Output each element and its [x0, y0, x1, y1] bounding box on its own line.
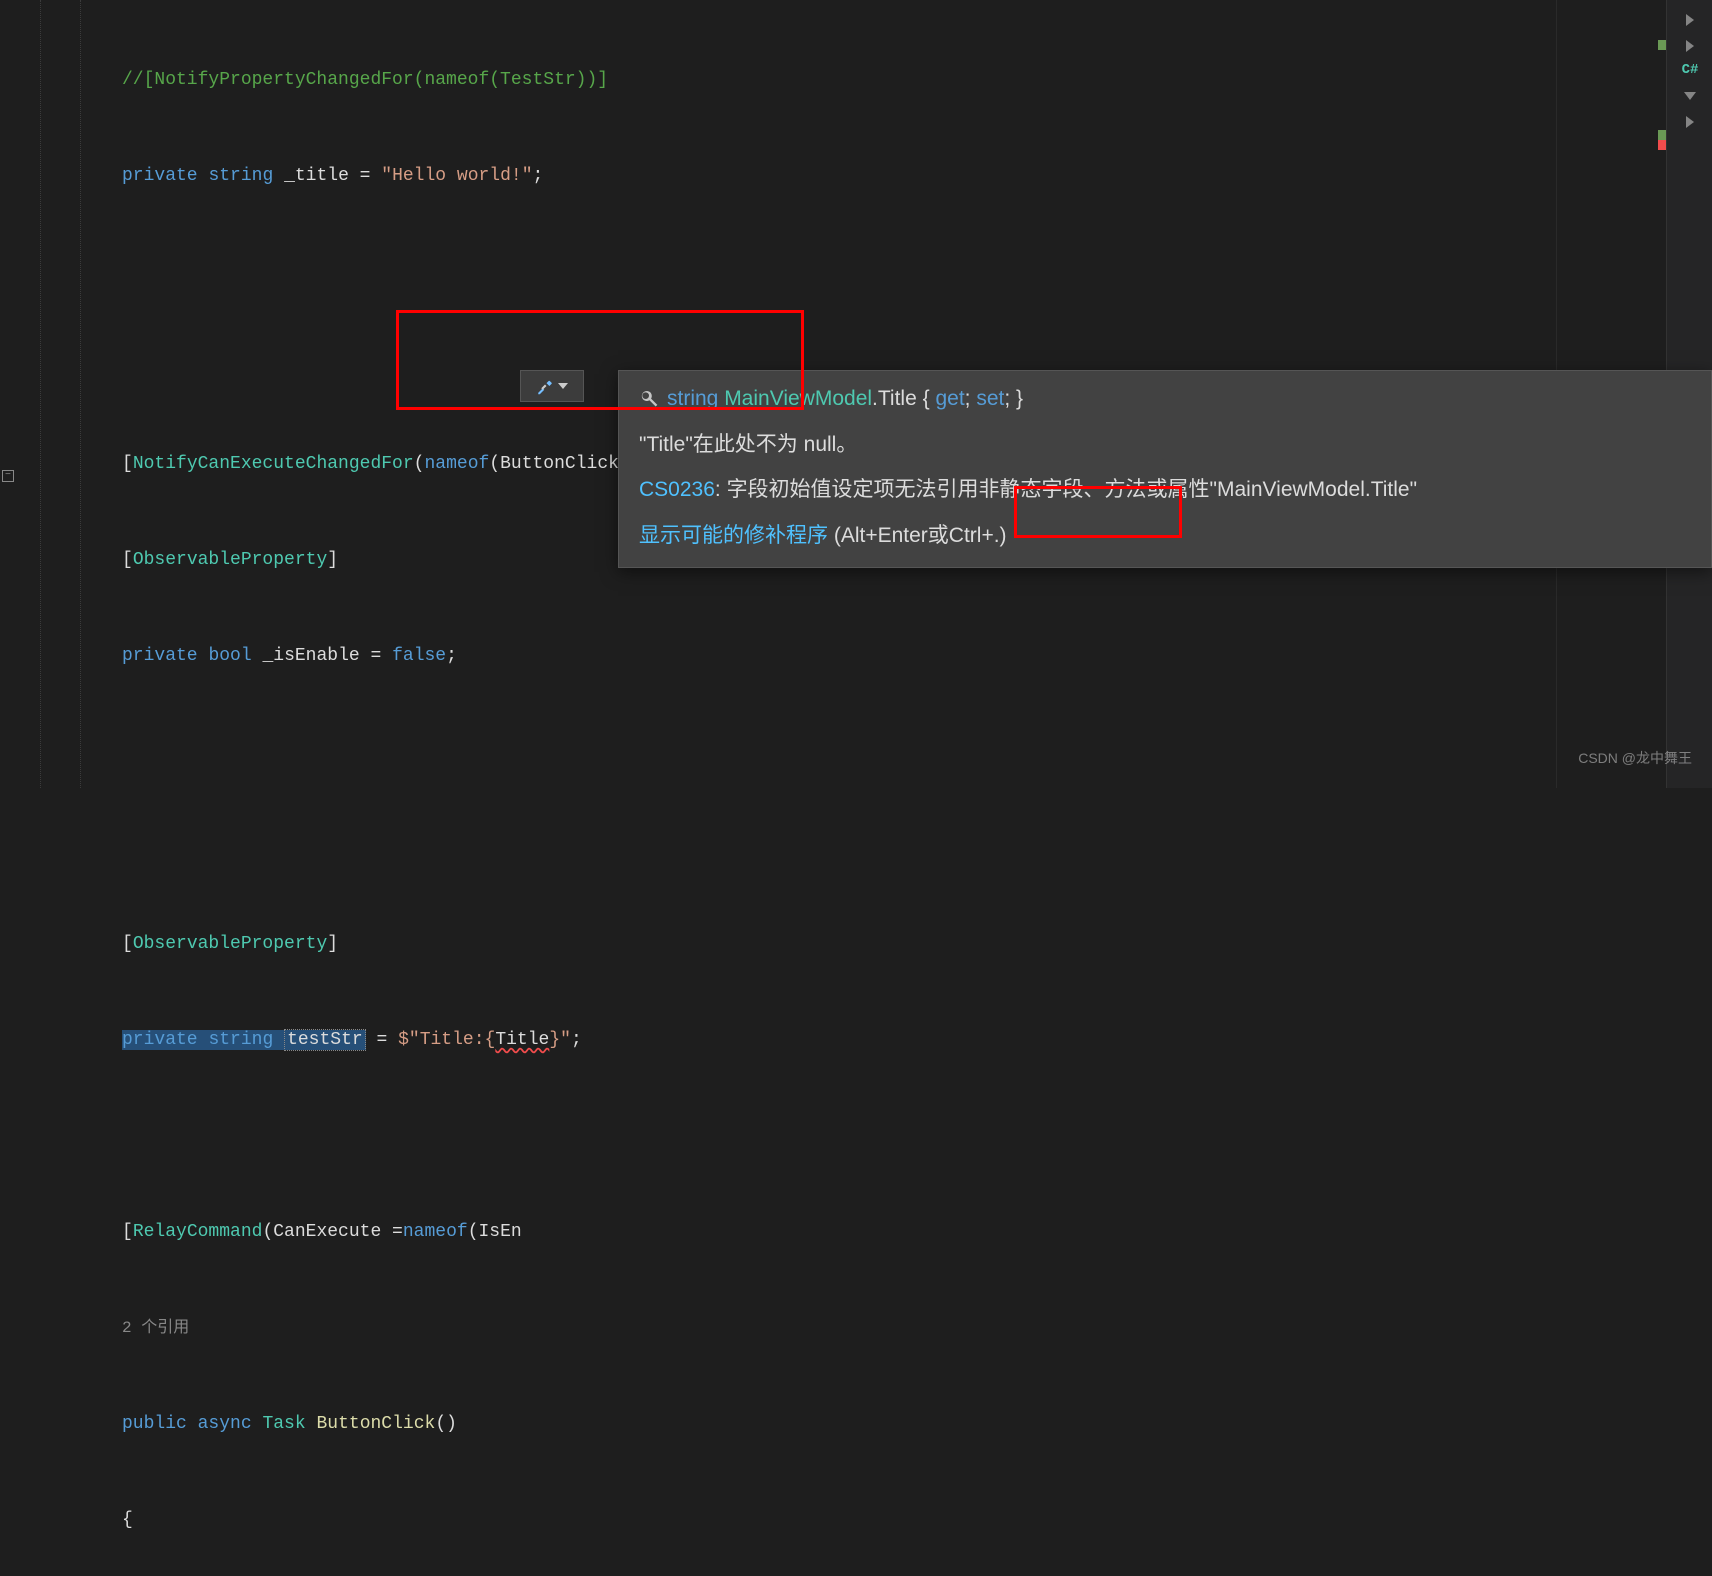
kw: private — [122, 646, 198, 666]
kw: bool — [208, 646, 251, 666]
quick-actions-button[interactable] — [520, 370, 584, 402]
kw: string — [208, 166, 273, 186]
attribute: NotifyCanExecuteChangedFor — [133, 454, 414, 474]
change-marker — [1658, 40, 1666, 50]
tooltip-error: CS0236: 字段初始值设定项无法引用非静态字段、方法或属性"MainView… — [639, 474, 1691, 506]
code-comment: //[NotifyPropertyChangedFor(nameof(TestS… — [122, 70, 608, 90]
chevron-down-icon — [558, 383, 568, 389]
collapse-toggle[interactable]: − — [2, 470, 14, 482]
error-marker — [1658, 140, 1666, 150]
expand-icon[interactable] — [1678, 110, 1702, 134]
kw: private — [122, 166, 198, 186]
change-marker — [1658, 130, 1666, 140]
tooltip-nullability: "Title"在此处不为 null。 — [639, 429, 1691, 461]
tooltip-fix-link[interactable]: 显示可能的修补程序 (Alt+Enter或Ctrl+.) — [639, 520, 1691, 552]
ident: _isEnable — [262, 646, 359, 666]
wrench-icon — [639, 389, 659, 409]
attribute: ObservableProperty — [133, 550, 327, 570]
gutter: − — [0, 0, 18, 788]
tooltip-signature: string MainViewModel.Title { get; set; } — [639, 383, 1691, 415]
selected-text[interactable]: private string testStr — [122, 1030, 366, 1050]
kw: nameof — [424, 454, 489, 474]
watermark: CSDN @龙中舞王 — [1578, 742, 1692, 774]
indent-guide — [80, 0, 81, 788]
ident: _title — [284, 166, 349, 186]
kw: false — [392, 646, 446, 666]
method: ButtonClick — [316, 1414, 435, 1434]
error-token[interactable]: Title — [495, 1030, 549, 1050]
indent-guide — [40, 0, 41, 788]
hover-tooltip: string MainViewModel.Title { get; set; }… — [618, 370, 1712, 568]
expand-icon[interactable] — [1678, 84, 1702, 108]
expand-icon[interactable] — [1678, 8, 1702, 32]
attribute: ObservableProperty — [133, 934, 327, 954]
csharp-icon[interactable]: C# — [1678, 58, 1702, 82]
code-area[interactable]: //[NotifyPropertyChangedFor(nameof(TestS… — [122, 0, 1712, 1576]
screwdriver-icon — [536, 377, 554, 395]
attribute: RelayCommand — [133, 1222, 263, 1242]
codelens-references[interactable]: 2 个引用 — [122, 1319, 189, 1337]
string: "Hello world!" — [381, 166, 532, 186]
